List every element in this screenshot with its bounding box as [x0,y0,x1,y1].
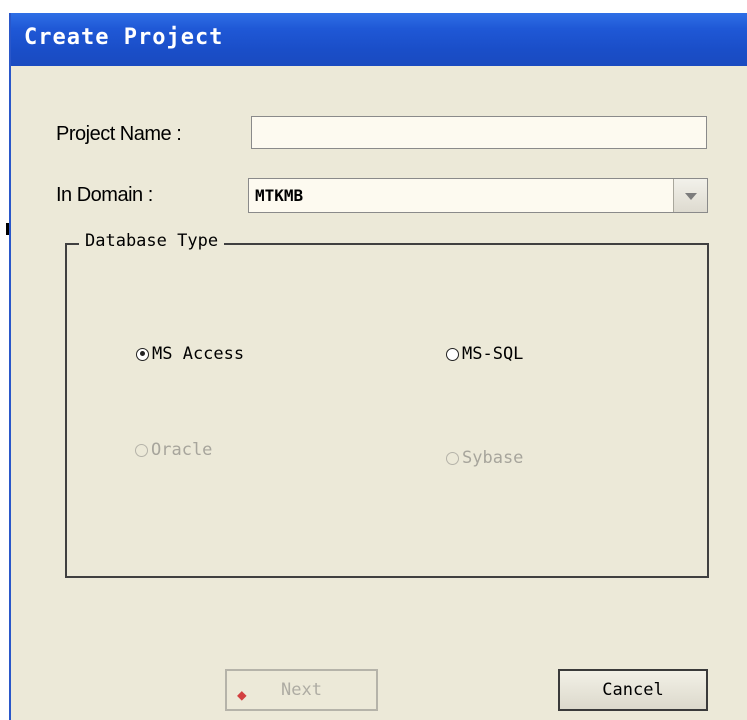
radio-sybase-label: Sybase [462,448,524,468]
radio-ms-sql[interactable]: MS-SQL [446,344,523,364]
radio-unselected-icon [446,451,459,465]
radio-sybase: Sybase [446,448,523,468]
radio-oracle-label: Oracle [151,440,213,460]
radio-oracle: Oracle [135,440,212,460]
cancel-button[interactable]: Cancel [558,669,708,711]
create-project-dialog: Create Project Project Name : In Domain … [9,13,747,720]
radio-ms-sql-label: MS-SQL [462,344,524,364]
radio-ms-access-label: MS Access [152,344,245,364]
next-button: ◆ Next [225,669,378,711]
project-name-input[interactable] [251,116,707,149]
project-name-label: Project Name : [56,123,182,145]
radio-unselected-icon [135,443,148,457]
dropdown-button[interactable] [673,179,707,212]
radio-ms-access[interactable]: MS Access [136,344,244,364]
title-bar[interactable]: Create Project [11,13,747,66]
radio-unselected-icon [446,347,459,361]
dialog-title: Create Project [24,25,224,50]
domain-select[interactable]: MTKMB [248,178,708,213]
chevron-down-icon [685,193,697,200]
wizard-next-icon: ◆ [237,685,247,704]
database-type-label: Database Type [79,231,225,251]
radio-selected-icon [136,347,149,361]
domain-select-value: MTKMB [255,186,304,205]
database-type-group: Database Type [65,231,709,578]
cancel-button-label: Cancel [602,680,664,700]
domain-label: In Domain : [56,184,153,206]
next-button-label: Next [281,680,322,700]
